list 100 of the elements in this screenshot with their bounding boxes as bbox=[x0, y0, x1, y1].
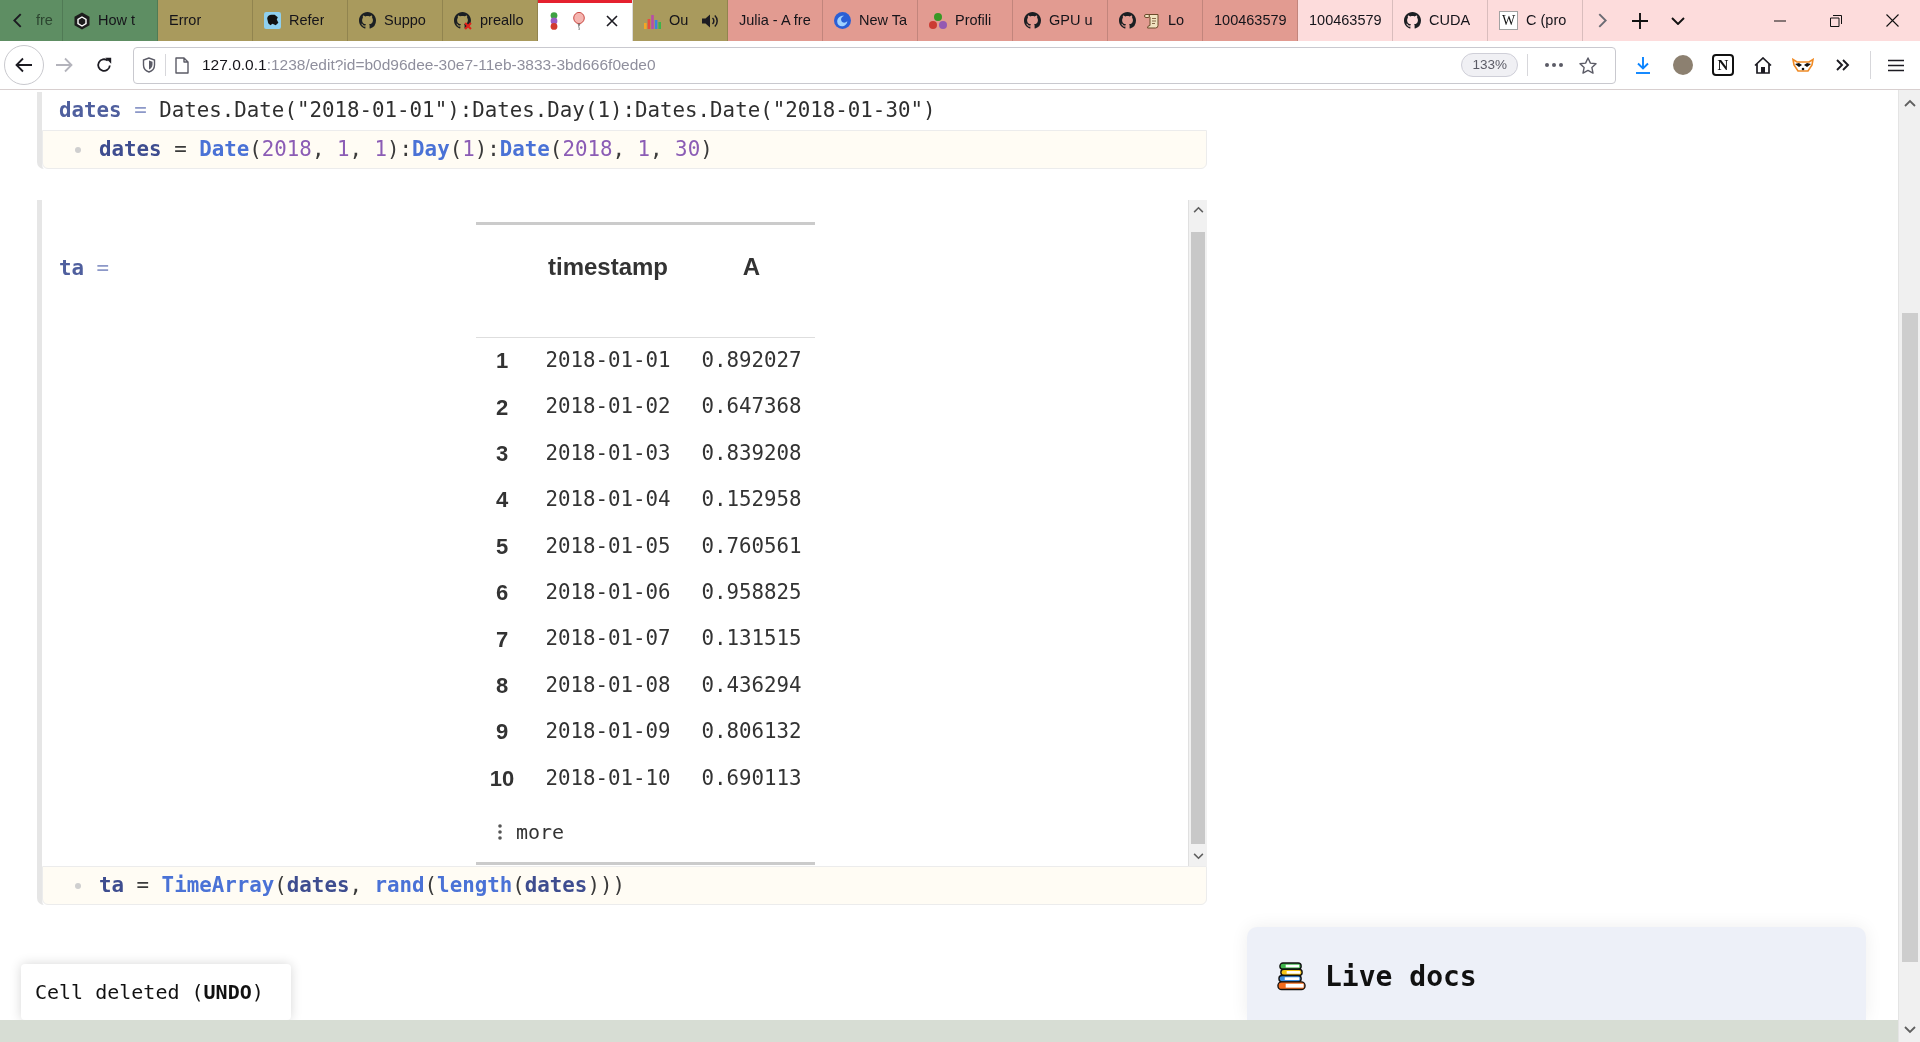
zoom-level-button[interactable]: 133% bbox=[1461, 53, 1518, 77]
fold-dot-icon bbox=[75, 882, 81, 889]
vertical-dots-icon bbox=[498, 823, 502, 840]
shield-icon bbox=[142, 57, 156, 73]
star-icon bbox=[1579, 56, 1597, 74]
table-cell-text: 0.152958 bbox=[700, 486, 803, 514]
tab-close-button[interactable] bbox=[606, 14, 618, 27]
browser-tab[interactable]: Lo bbox=[1108, 0, 1203, 41]
chevron-left-icon bbox=[12, 13, 22, 28]
browser-tab[interactable]: New Ta bbox=[823, 0, 918, 41]
table-cell-text: 2018-01-06 bbox=[544, 579, 672, 607]
table-cell-text: 2018-01-09 bbox=[544, 718, 672, 746]
swirl-orb-icon bbox=[834, 12, 851, 29]
menu-icon bbox=[1888, 58, 1904, 72]
close-icon bbox=[606, 14, 618, 27]
scroll-up-icon[interactable] bbox=[1903, 99, 1916, 107]
double-chevron-icon bbox=[1836, 59, 1850, 71]
chevron-down-icon bbox=[1671, 16, 1685, 25]
browser-tab[interactable] bbox=[538, 0, 633, 41]
browser-tab[interactable]: Profili bbox=[918, 0, 1013, 41]
output-label: dates = bbox=[59, 97, 147, 125]
three-circles-icon bbox=[929, 12, 947, 29]
browser-tab[interactable]: preallo bbox=[443, 0, 538, 41]
scroll-icon bbox=[1144, 12, 1160, 29]
letter-favicon: W bbox=[1499, 11, 1518, 30]
avatar-icon bbox=[1673, 55, 1693, 75]
live-docs-panel[interactable]: Live docs bbox=[1247, 927, 1866, 1020]
undo-link[interactable]: UNDO bbox=[203, 980, 252, 1004]
home-icon bbox=[1754, 56, 1772, 74]
speaker-icon[interactable] bbox=[701, 12, 719, 29]
books-icon bbox=[1277, 962, 1306, 991]
row-index: 5 bbox=[494, 532, 510, 561]
site-info-button[interactable] bbox=[142, 57, 156, 73]
extension-button[interactable]: N bbox=[1712, 54, 1734, 76]
row-index: 3 bbox=[494, 439, 510, 468]
column-header: timestamp bbox=[528, 223, 688, 338]
plus-icon bbox=[1632, 12, 1648, 29]
output-label: ta = bbox=[59, 255, 110, 282]
code-editor[interactable]: ta = TimeArray(dates, rand(length(dates))) bbox=[42, 866, 1207, 905]
table-cell: 2018-01-01 bbox=[528, 337, 688, 384]
live-docs-title: Live docs bbox=[1325, 960, 1477, 993]
browser-tab[interactable]: How t bbox=[63, 0, 158, 41]
scrollbar-thumb[interactable] bbox=[1191, 232, 1205, 844]
stacked-dots-icon bbox=[549, 11, 559, 30]
hexagon-icon bbox=[74, 11, 90, 30]
table-cell-text: 2018-01-04 bbox=[544, 486, 672, 514]
bar-chart-icon bbox=[644, 12, 661, 29]
reload-icon bbox=[96, 57, 112, 73]
toast-message: Cell deleted (UNDO) bbox=[35, 979, 264, 1006]
table-cell: 0.892027 bbox=[688, 337, 815, 384]
url-field[interactable]: 127.0.0.1:1238/edit?id=b0d96dee-30e7-11eb-3833-3bd666f0ede0 bbox=[202, 53, 656, 77]
more-button[interactable]: more bbox=[498, 816, 565, 847]
table-cell-text: 0.760561 bbox=[700, 532, 803, 560]
fold-dot-icon bbox=[75, 146, 81, 153]
table-cell-text: 0.131515 bbox=[700, 625, 803, 653]
code-editor[interactable]: dates = Date(2018, 1, 1):Day(1):Date(2018, 1, 30) bbox=[42, 130, 1207, 169]
page-scrollbar[interactable] bbox=[1898, 90, 1920, 1042]
output-value: Dates.Date("2018-01-01"):Dates.Day(1):Dates.Date("2018-01-30") bbox=[159, 97, 936, 125]
page-icon bbox=[175, 56, 189, 74]
scrollbar-thumb[interactable] bbox=[1901, 313, 1918, 962]
forward-arrow-icon bbox=[55, 57, 73, 73]
browser-tab[interactable]: Julia - A fre bbox=[728, 0, 823, 41]
table-cell-text: 2018-01-08 bbox=[544, 671, 672, 699]
browser-tab[interactable]: GPU u bbox=[1013, 0, 1108, 41]
table-cell-text: 0.690113 bbox=[700, 764, 803, 792]
row-index: 1 bbox=[476, 337, 528, 384]
back-arrow-icon bbox=[15, 57, 33, 73]
row-index: 4 bbox=[494, 486, 510, 515]
minimize-icon bbox=[1774, 19, 1786, 22]
row-index: 7 bbox=[494, 625, 510, 654]
table-cell-text: 2018-01-07 bbox=[544, 625, 672, 653]
row-index: 6 bbox=[494, 579, 510, 608]
row-index: 10 bbox=[488, 764, 516, 793]
restore-icon bbox=[1830, 14, 1842, 27]
table-cell-text: 0.806132 bbox=[700, 718, 803, 746]
table-cell-text: 0.839208 bbox=[700, 439, 803, 467]
animal-tile-icon bbox=[264, 12, 281, 29]
cat-logo-icon bbox=[1024, 12, 1041, 29]
table-cell-text: 2018-01-02 bbox=[544, 393, 672, 421]
scroll-up-icon[interactable] bbox=[1192, 206, 1204, 213]
table-cell-text: 2018-01-05 bbox=[544, 532, 672, 560]
browser-tab[interactable]: 100463579 bbox=[1203, 0, 1298, 41]
row-index: 8 bbox=[494, 671, 510, 700]
scroll-down-icon[interactable] bbox=[1192, 853, 1204, 860]
cat-logo-error-icon bbox=[454, 11, 472, 30]
back-button[interactable] bbox=[4, 45, 44, 85]
cat-logo-icon bbox=[1404, 12, 1421, 29]
table-cell-text: 2018-01-03 bbox=[544, 439, 672, 467]
ellipsis-icon bbox=[1545, 63, 1563, 67]
browser-tab[interactable]: Refer bbox=[253, 0, 348, 41]
download-icon bbox=[1635, 56, 1651, 74]
browser-tab[interactable]: Error bbox=[158, 0, 253, 41]
table-cell-text: 0.647368 bbox=[700, 393, 803, 421]
cat-logo-icon bbox=[359, 12, 376, 29]
browser-tab[interactable]: Ou bbox=[633, 0, 728, 41]
browser-tab[interactable]: Suppo bbox=[348, 0, 443, 41]
output-scrollbar[interactable] bbox=[1188, 200, 1207, 866]
balloon-icon bbox=[573, 11, 585, 30]
table-cell-text: 0.958825 bbox=[700, 579, 803, 607]
scroll-down-icon[interactable] bbox=[1903, 1026, 1916, 1034]
